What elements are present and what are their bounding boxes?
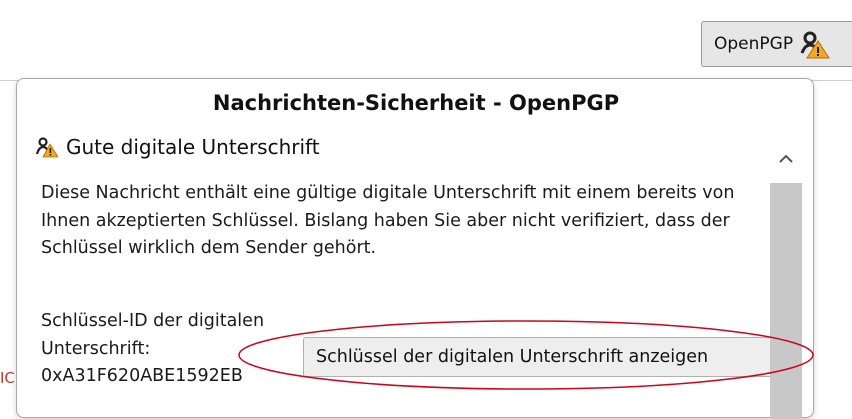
signature-warning-icon — [36, 137, 58, 158]
signature-status-label: Gute digitale Unterschrift — [66, 135, 320, 159]
background-message-text: IC — [0, 369, 15, 387]
scroll-up-arrow-icon[interactable] — [770, 139, 802, 179]
openpgp-button[interactable]: OpenPGP — [701, 21, 852, 67]
signature-status: Gute digitale Unterschrift — [36, 135, 320, 159]
popup-title: Nachrichten-Sicherheit - OpenPGP — [212, 91, 620, 115]
message-header-bar: OpenPGP — [0, 0, 852, 81]
openpgp-button-label: OpenPGP — [714, 34, 794, 54]
annotation-ellipse — [238, 320, 814, 390]
key-id-label: Schlüssel-ID der digitalen Unterschrift: — [41, 311, 265, 359]
signature-description: Diese Nachricht enthält eine gültige dig… — [41, 183, 735, 258]
signature-warning-icon — [800, 31, 831, 59]
